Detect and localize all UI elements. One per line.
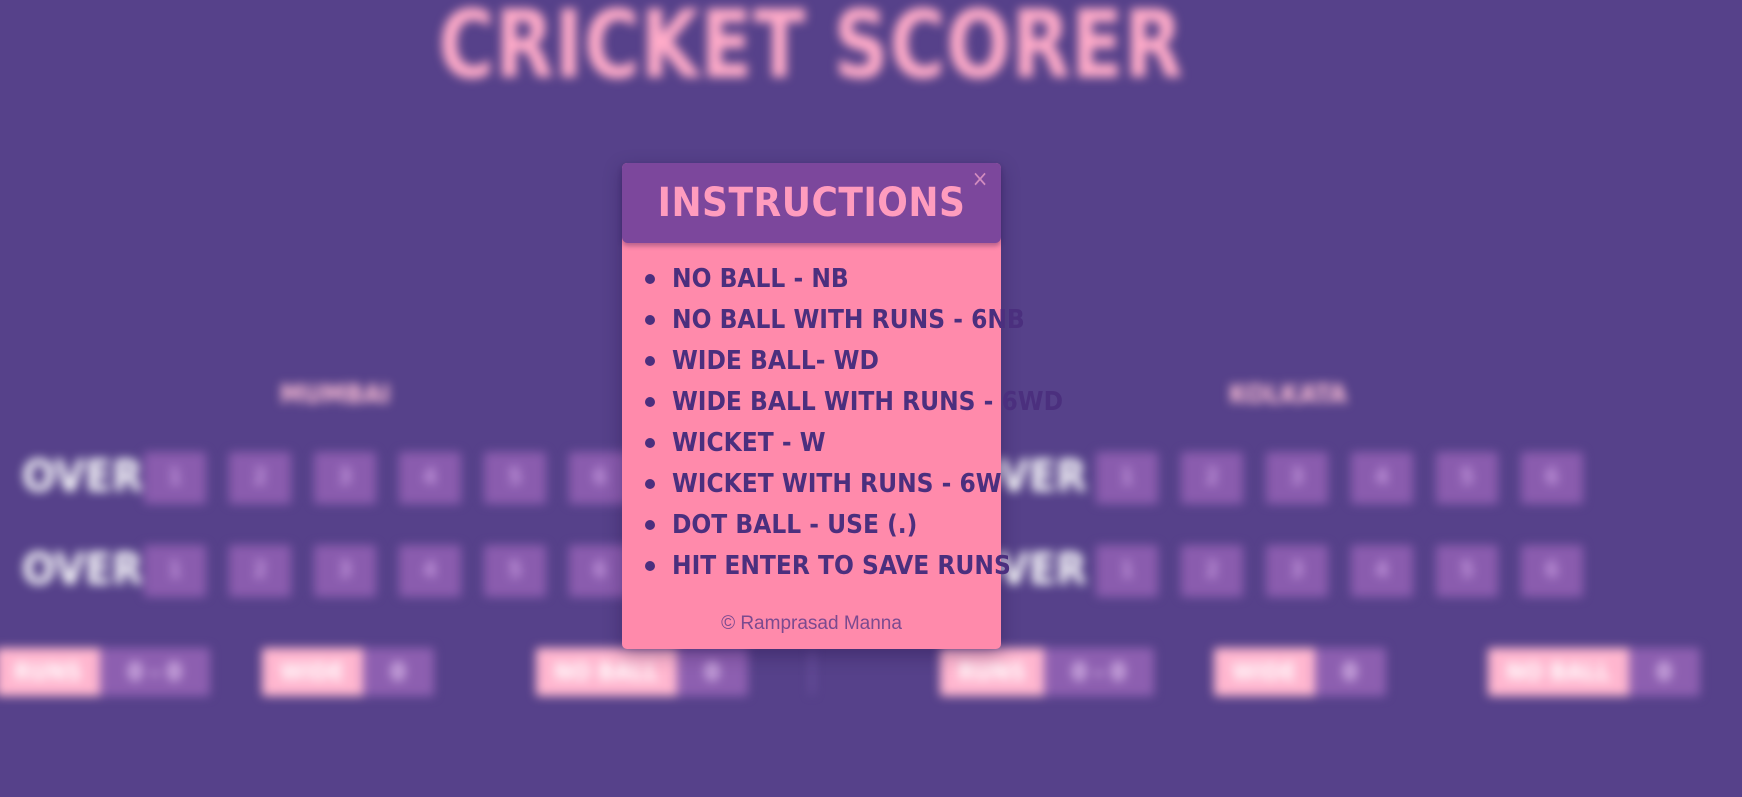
- divider: [810, 650, 814, 694]
- bullet-dot-icon: [645, 479, 655, 489]
- list-item: NO BALL WITH RUNS - 6NB: [622, 300, 1025, 341]
- list-item: NO BALL - NB: [622, 259, 1001, 300]
- bullet-dot-icon: [645, 315, 655, 325]
- ball-input[interactable]: 1: [1096, 545, 1158, 597]
- stat-value: 0: [362, 648, 434, 696]
- instruction-text: DOT BALL - USE (.): [672, 510, 918, 540]
- ball-input[interactable]: 3: [1266, 452, 1328, 504]
- ball-input[interactable]: 1: [144, 452, 206, 504]
- instruction-text: WICKET WITH RUNS - 6W: [672, 469, 1002, 499]
- stat-noball-right: NO BALL 0: [1488, 648, 1700, 696]
- stat-value: 0: [1628, 648, 1700, 696]
- ball-input[interactable]: 5: [484, 452, 546, 504]
- app-title: CRICKET SCORER: [438, 0, 1184, 100]
- stat-label: NO BALL: [536, 648, 677, 696]
- instructions-list: NO BALL - NB NO BALL WITH RUNS - 6NB WID…: [622, 259, 1063, 587]
- bullet-dot-icon: [645, 356, 655, 366]
- team-name-left: MUMBAI: [280, 380, 391, 410]
- bullet-dot-icon: [645, 561, 655, 571]
- ball-input[interactable]: 2: [1181, 452, 1243, 504]
- stat-value: 0 - 0: [1043, 648, 1154, 696]
- list-item: WICKET - W: [622, 423, 1001, 464]
- ball-input[interactable]: 4: [399, 452, 461, 504]
- instruction-text: HIT ENTER TO SAVE RUNS: [672, 551, 1011, 581]
- copyright-text: © Ramprasad Manna: [721, 613, 902, 634]
- list-item: DOT BALL - USE (.): [622, 505, 1001, 546]
- ball-input[interactable]: 4: [1351, 545, 1413, 597]
- ball-input[interactable]: 2: [229, 545, 291, 597]
- team-name-right: KOLKATA: [1228, 380, 1347, 410]
- bullet-dot-icon: [645, 520, 655, 530]
- list-item: WIDE BALL WITH RUNS - 6WD: [622, 382, 1063, 423]
- bullet-dot-icon: [645, 438, 655, 448]
- stat-wide-left: WIDE 0: [262, 648, 434, 696]
- ball-input[interactable]: 3: [314, 545, 376, 597]
- over-row-right-2: OVER 2 1 2 3 4 5 6: [966, 540, 1600, 600]
- instruction-text: NO BALL WITH RUNS - 6NB: [672, 305, 1025, 335]
- ball-input[interactable]: 1: [144, 545, 206, 597]
- stat-value: 0 - 0: [99, 648, 210, 696]
- stat-runs-left: RUNS 0 - 0: [0, 648, 210, 696]
- instruction-text: NO BALL - NB: [672, 264, 849, 294]
- ball-input[interactable]: 5: [1436, 452, 1498, 504]
- ball-input[interactable]: 4: [399, 545, 461, 597]
- stat-value: 0: [1314, 648, 1386, 696]
- app-root: CRICKET SCORER MUMBAI OVER 1 1 2 3 4 5 6…: [0, 0, 1742, 797]
- ball-input[interactable]: 3: [314, 452, 376, 504]
- over-label: OVER 1: [22, 451, 184, 502]
- ball-input[interactable]: 2: [229, 452, 291, 504]
- ball-input[interactable]: 6: [1521, 545, 1583, 597]
- instruction-text: WIDE BALL- WD: [672, 346, 879, 376]
- stat-label: NO BALL: [1488, 648, 1629, 696]
- stat-label: WIDE: [1214, 648, 1315, 696]
- list-item: HIT ENTER TO SAVE RUNS: [622, 546, 1011, 587]
- list-item: WICKET WITH RUNS - 6W: [622, 464, 1002, 505]
- stat-noball-left: NO BALL 0: [536, 648, 748, 696]
- instruction-text: WIDE BALL WITH RUNS - 6WD: [672, 387, 1064, 417]
- ball-input[interactable]: 5: [1436, 545, 1498, 597]
- over-row-left-1: OVER 1 1 2 3 4 5 6: [22, 447, 662, 507]
- bullet-dot-icon: [645, 274, 655, 284]
- instructions-modal: INSTRUCTIONS × NO BALL - NB NO BALL WITH…: [622, 163, 1063, 649]
- close-icon[interactable]: ×: [969, 167, 991, 193]
- stat-label: RUNS: [940, 648, 1044, 696]
- stat-label: RUNS: [0, 648, 100, 696]
- bullet-dot-icon: [645, 397, 655, 407]
- stat-runs-right: RUNS 0 - 0: [940, 648, 1154, 696]
- stat-label: WIDE: [262, 648, 363, 696]
- over-row-left-2: OVER 2 1 2 3 4 5 6: [22, 540, 662, 600]
- ball-input[interactable]: 4: [1351, 452, 1413, 504]
- over-row-right-1: OVER 1 1 2 3 4 5 6: [966, 447, 1600, 507]
- stat-value: 0: [676, 648, 748, 696]
- instruction-text: WICKET - W: [672, 428, 826, 458]
- stat-wide-right: WIDE 0: [1214, 648, 1386, 696]
- modal-header: INSTRUCTIONS ×: [622, 163, 1001, 243]
- ball-input[interactable]: 3: [1266, 545, 1328, 597]
- ball-input[interactable]: 2: [1181, 545, 1243, 597]
- modal-title: INSTRUCTIONS: [657, 180, 966, 226]
- list-item: WIDE BALL- WD: [622, 341, 1001, 382]
- ball-input[interactable]: 6: [1521, 452, 1583, 504]
- ball-input[interactable]: 1: [1096, 452, 1158, 504]
- over-label: OVER 2: [22, 544, 184, 595]
- ball-input[interactable]: 5: [484, 545, 546, 597]
